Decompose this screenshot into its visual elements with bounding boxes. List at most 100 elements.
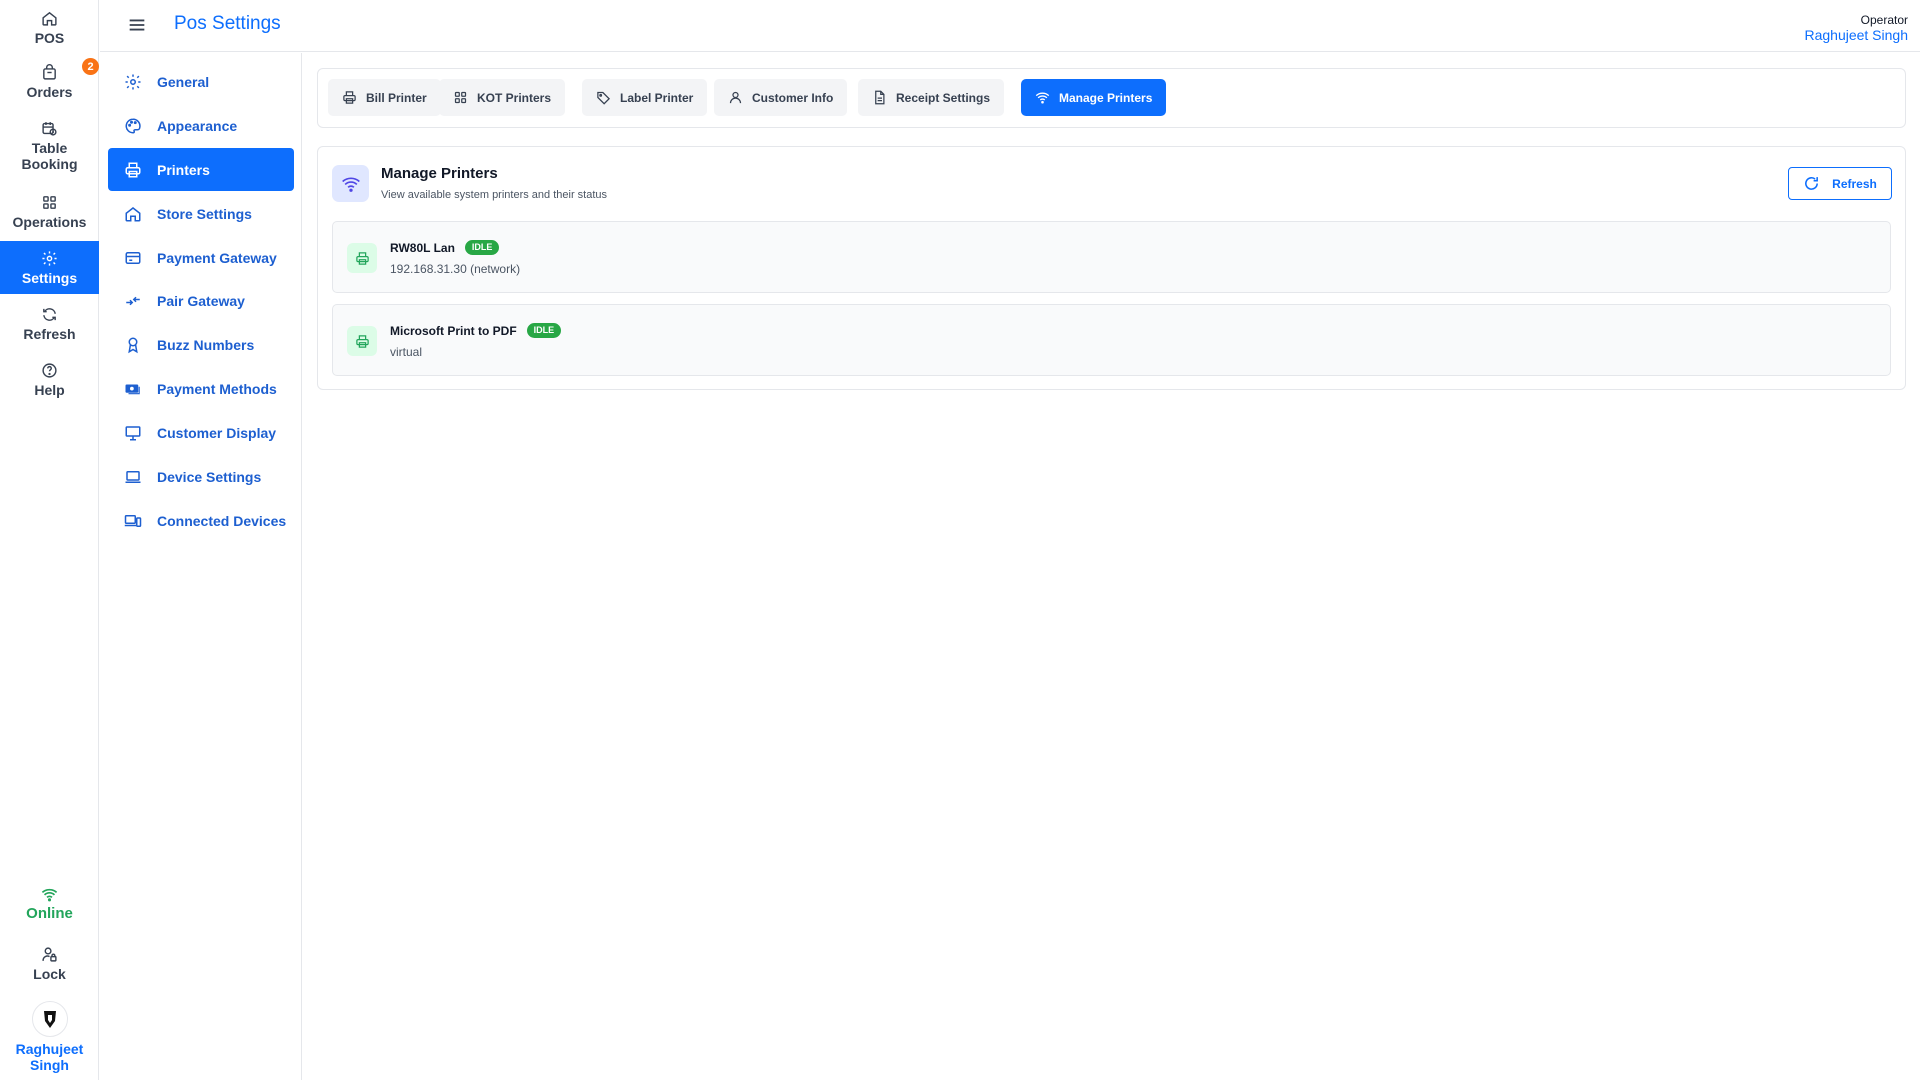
user-lock-icon — [42, 947, 57, 962]
settings-nav-customer-display[interactable]: Customer Display — [108, 411, 294, 454]
settings-nav-buzz-numbers[interactable]: Buzz Numbers — [108, 323, 294, 366]
settings-nav-general[interactable]: General — [108, 60, 294, 103]
printer-row-badge — [347, 243, 377, 273]
settings-nav-label: Customer Display — [157, 424, 277, 441]
bag-icon — [43, 64, 56, 80]
rail-user-profile[interactable]: Raghujeet Singh — [0, 1000, 99, 1074]
settings-nav-store-settings[interactable]: Store Settings — [108, 192, 294, 235]
gear-icon — [125, 74, 141, 89]
manage-printers-title: Manage Printers — [381, 165, 498, 182]
settings-nav-connected-devices[interactable]: Connected Devices — [108, 499, 294, 542]
settings-nav-device-settings[interactable]: Device Settings — [108, 455, 294, 498]
printer-name: RW80L Lan IDLE — [390, 240, 500, 255]
tab-label: Customer Info — [752, 90, 834, 105]
rail-label: Lock — [33, 966, 66, 982]
refresh-icon — [1805, 177, 1819, 190]
rail-label: Refresh — [23, 326, 76, 342]
printer-row-badge — [347, 326, 377, 356]
tab-bill-printer[interactable]: Bill Printer — [328, 79, 441, 116]
settings-nav-label: Printers — [157, 161, 210, 178]
devices-icon — [124, 514, 142, 527]
operator-role: Operator — [1860, 13, 1908, 27]
brand-logo-icon — [43, 1011, 56, 1028]
refresh-icon — [43, 308, 56, 321]
refresh-button-label: Refresh — [1832, 176, 1877, 191]
printer-name-text: Microsoft Print to PDF — [390, 323, 517, 338]
settings-nav-label: Store Settings — [157, 205, 252, 222]
rail-item-lock[interactable]: Lock — [0, 942, 99, 986]
settings-nav-label: Connected Devices — [157, 512, 287, 529]
settings-nav-label: Appearance — [157, 117, 238, 134]
printer-icon — [355, 334, 369, 348]
tab-manage-printers[interactable]: Manage Printers — [1021, 79, 1167, 116]
operator-name: Raghujeet Singh — [1804, 27, 1908, 43]
printer-icon — [343, 91, 356, 104]
wifi-icon — [341, 177, 360, 192]
help-icon — [42, 363, 57, 378]
laptop-icon — [125, 470, 141, 483]
rail-label: Table Booking — [21, 140, 78, 172]
printer-detail: virtual — [390, 345, 423, 359]
settings-nav-pair-gateway[interactable]: Pair Gateway — [108, 279, 294, 322]
hamburger-menu-icon[interactable] — [126, 14, 148, 36]
main-content: Bill Printer KOT Printers Label Printer … — [303, 53, 1920, 1080]
status-badge: IDLE — [526, 323, 562, 338]
status-badge: IDLE — [464, 240, 500, 255]
tab-customer-info[interactable]: Customer Info — [714, 79, 848, 116]
refresh-printers-button[interactable]: Refresh — [1788, 167, 1892, 200]
settings-nav-label: General — [157, 73, 210, 90]
tab-label: Label Printer — [620, 90, 694, 105]
rail-label: Orders — [26, 84, 73, 100]
printer-icon — [125, 162, 141, 177]
tab-kot-printers[interactable]: KOT Printers — [439, 79, 566, 116]
printer-detail: 192.168.31.30 (network) — [390, 262, 521, 276]
document-icon — [875, 90, 885, 105]
settings-nav-label: Buzz Numbers — [157, 336, 255, 353]
pair-arrows-icon — [126, 296, 140, 305]
palette-icon — [125, 117, 141, 134]
manage-printers-badge — [332, 165, 369, 202]
manage-printers-subtitle: View available system printers and their… — [381, 189, 608, 201]
rail-item-settings[interactable]: Settings — [0, 241, 99, 294]
cash-icon — [125, 384, 140, 394]
tab-label: Bill Printer — [366, 90, 427, 105]
tab-label: KOT Printers — [477, 90, 552, 105]
grid-icon — [454, 91, 467, 104]
settings-nav: General Appearance Printers Store Settin… — [100, 53, 302, 1080]
award-icon — [128, 337, 138, 353]
rail-item-table-booking[interactable]: Table Booking — [0, 116, 99, 176]
settings-nav-payment-methods[interactable]: Payment Methods — [108, 367, 294, 410]
top-header: Pos Settings Operator Raghujeet Singh — [100, 0, 1920, 52]
settings-nav-appearance[interactable]: Appearance — [108, 104, 294, 147]
tab-label: Manage Printers — [1059, 90, 1153, 105]
rail-label: Settings — [21, 269, 78, 286]
printer-icon — [355, 251, 369, 265]
rail-label: POS — [34, 30, 65, 46]
wifi-icon — [1035, 92, 1050, 104]
tab-label-printer[interactable]: Label Printer — [582, 79, 708, 116]
printer-row[interactable]: RW80L Lan IDLE 192.168.31.30 (network) — [332, 221, 1891, 293]
rail-item-operations[interactable]: Operations — [0, 190, 99, 234]
settings-nav-label: Payment Methods — [157, 380, 277, 397]
manage-printers-card: Manage Printers View available system pr… — [317, 146, 1906, 390]
rail-item-pos[interactable]: POS — [0, 6, 99, 50]
calendar-clock-icon — [42, 122, 57, 136]
home-icon — [42, 11, 57, 26]
printer-name: Microsoft Print to PDF IDLE — [390, 323, 562, 338]
rail-item-refresh[interactable]: Refresh — [0, 302, 99, 346]
gear-icon — [42, 250, 57, 266]
printer-row[interactable]: Microsoft Print to PDF IDLE virtual — [332, 304, 1891, 376]
home-icon — [125, 206, 141, 221]
settings-nav-printers[interactable]: Printers — [108, 148, 294, 191]
avatar — [31, 1001, 68, 1037]
app-rail: POS Orders 2 Table Booking Operations Se… — [0, 0, 99, 1080]
tab-receipt-settings[interactable]: Receipt Settings — [858, 79, 1005, 116]
monitor-icon — [125, 425, 141, 440]
rail-item-help[interactable]: Help — [0, 358, 99, 402]
card-icon — [125, 251, 141, 264]
settings-nav-label: Device Settings — [157, 468, 262, 485]
user-icon — [729, 91, 742, 104]
settings-nav-payment-gateway[interactable]: Payment Gateway — [108, 236, 294, 279]
settings-nav-label: Pair Gateway — [157, 292, 245, 309]
printer-tabs: Bill Printer KOT Printers Label Printer … — [317, 68, 1906, 128]
